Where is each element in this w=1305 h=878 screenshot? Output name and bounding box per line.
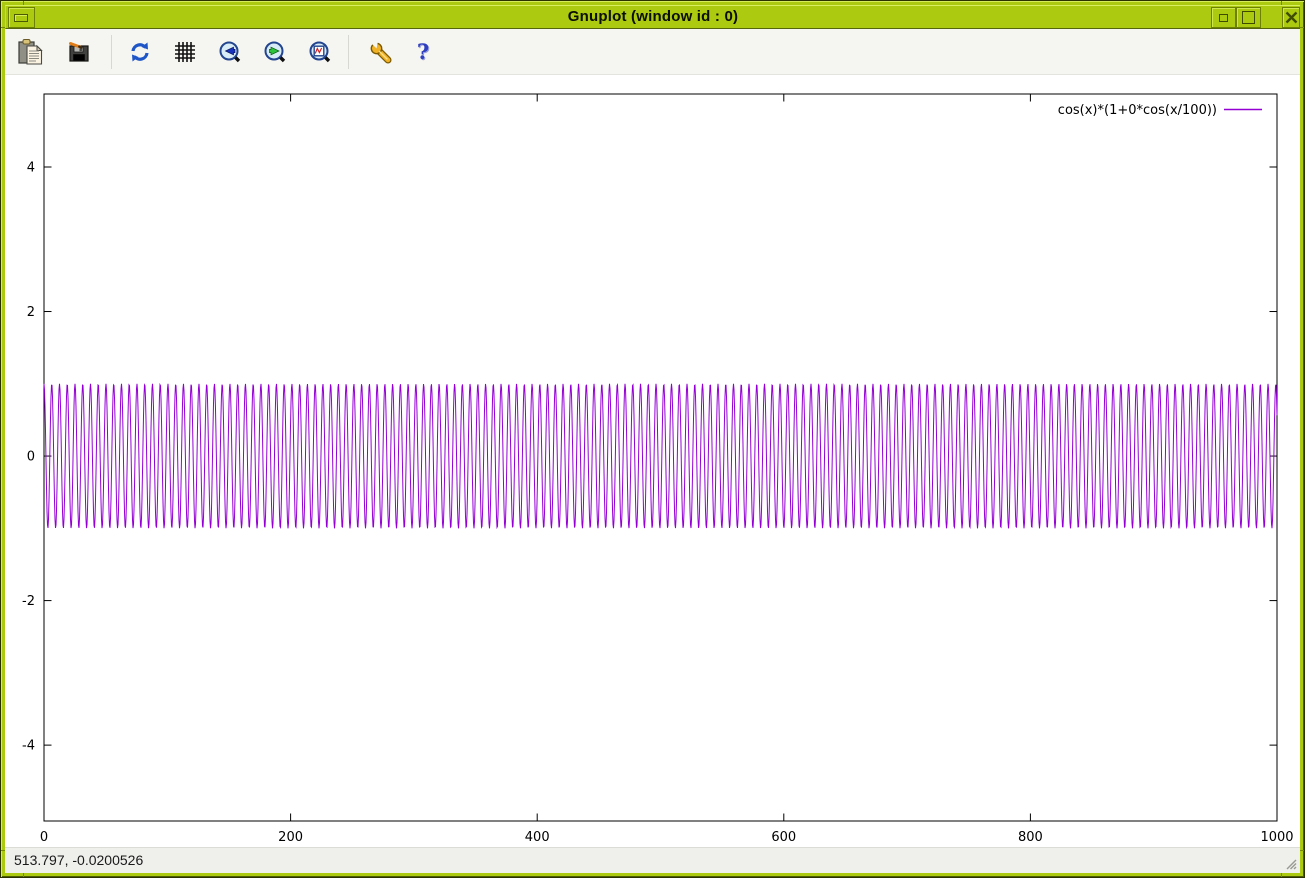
maximize-icon <box>1242 11 1255 24</box>
x-tick-label: 0 <box>40 830 48 845</box>
toolbar-separator <box>348 35 349 69</box>
frame-notch <box>1300 850 1304 851</box>
help-button[interactable]: ? <box>403 32 443 72</box>
grid-icon <box>174 41 196 63</box>
x-tick-label: 1000 <box>1260 830 1293 845</box>
zoom-next-icon <box>263 40 287 64</box>
x-tick-label: 400 <box>525 830 550 845</box>
zoom-next-button[interactable] <box>255 32 295 72</box>
refresh-icon <box>128 40 152 64</box>
frame-notch <box>1281 873 1282 877</box>
statusbar: 513.797, -0.0200526 <box>5 847 1300 873</box>
resize-grip[interactable] <box>1282 855 1298 871</box>
frame-notch <box>1300 27 1304 28</box>
zoom-fit-icon <box>308 40 332 64</box>
save-floppy-icon <box>66 39 92 65</box>
replot-refresh-button[interactable] <box>120 32 160 72</box>
help-icon: ? <box>417 39 429 64</box>
toggle-grid-button[interactable] <box>165 32 205 72</box>
window-title: Gnuplot (window id : 0) <box>6 8 1300 25</box>
clipboard-copy-icon <box>16 37 46 67</box>
function-curve <box>44 384 1277 529</box>
y-tick-label: 2 <box>27 305 35 320</box>
settings-button[interactable] <box>361 32 401 72</box>
y-tick-label: -4 <box>22 739 35 754</box>
titlebar[interactable]: Gnuplot (window id : 0) <box>5 5 1300 29</box>
plot-canvas: 0 200 400 600 800 1000 -4 -2 0 2 4 cos(x)*(1+0*cos(… <box>5 75 1300 847</box>
close-button[interactable] <box>1282 7 1300 28</box>
gnuplot-window: Gnuplot (window id : 0) <box>0 0 1305 878</box>
export-save-button[interactable] <box>59 32 99 72</box>
y-tick-label: 0 <box>27 450 35 465</box>
minimize-icon <box>1219 14 1228 22</box>
restore-autoscale-button[interactable] <box>300 32 340 72</box>
plot-area[interactable]: 0 200 400 600 800 1000 -4 -2 0 2 4 cos(x)*(1+0*cos(… <box>5 75 1302 849</box>
y-tick-label: 4 <box>27 160 35 175</box>
frame-notch <box>23 873 24 877</box>
zoom-previous-button[interactable] <box>210 32 250 72</box>
toolbar-separator <box>111 35 112 69</box>
close-icon <box>1285 11 1298 24</box>
legend-label: cos(x)*(1+0*cos(x/100)) <box>1058 103 1217 118</box>
x-tick-label: 600 <box>771 830 796 845</box>
y-tick-label: -2 <box>22 594 35 609</box>
zoom-previous-icon <box>218 40 242 64</box>
x-tick-label: 800 <box>1018 830 1043 845</box>
cursor-coordinates: 513.797, -0.0200526 <box>14 852 143 868</box>
toolbar: ? <box>5 29 1300 75</box>
minimize-button[interactable] <box>1211 7 1236 28</box>
wrench-icon <box>368 39 394 65</box>
copy-to-clipboard-button[interactable] <box>11 32 51 72</box>
x-tick-label: 200 <box>278 830 303 845</box>
maximize-button[interactable] <box>1236 7 1261 28</box>
